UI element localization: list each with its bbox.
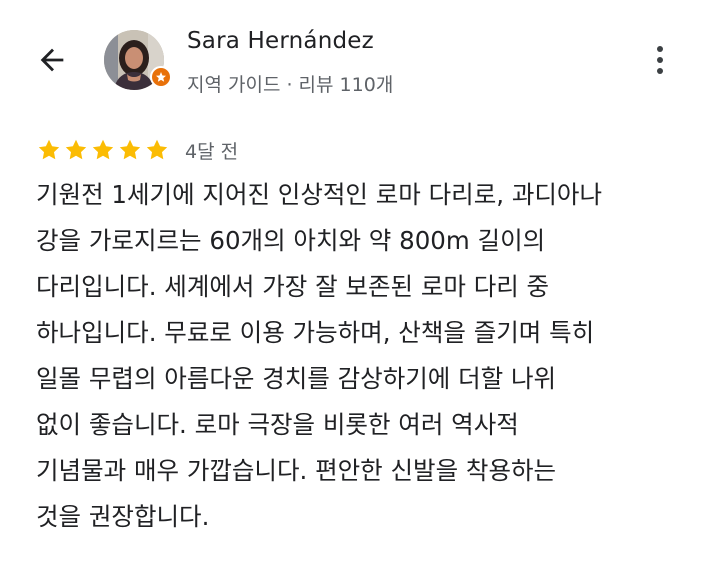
review-text-line: 강을 가로지르는 60개의 아치와 약 800m 길이의 (36, 226, 546, 255)
arrow-back-icon (40, 48, 64, 72)
review-text-line: 것을 권장합니다. (36, 502, 210, 531)
more-vert-icon-dot (657, 57, 663, 63)
star-icon (92, 139, 114, 160)
review-time: 4달 전 (185, 140, 239, 163)
local-guide-badge (150, 66, 172, 88)
review-text-line: 일몰 무렵의 아름다운 경치를 감상하기에 더할 나위 (36, 364, 557, 393)
more-options-button[interactable] (644, 40, 676, 80)
local-guide-star-icon (156, 72, 166, 82)
more-vert-icon (657, 46, 663, 52)
star-rating (37, 138, 169, 162)
review-text-line: 다리입니다. 세계에서 가장 잘 보존된 로마 다리 중 (36, 272, 550, 301)
author-avatar[interactable] (104, 30, 172, 90)
review-text-line: 기원전 1세기에 지어진 인상적인 로마 다리로, 과디아나 (36, 180, 602, 209)
review-text-line: 기념물과 매우 가깝습니다. 편안한 신발을 착용하는 (36, 456, 557, 485)
author-meta: 지역 가이드 · 리뷰 110개 (187, 74, 394, 96)
review-text-line: 하나입니다. 무료로 이용 가능하며, 산책을 즐기며 특히 (36, 318, 595, 347)
back-button[interactable] (30, 38, 74, 82)
more-vert-icon-dot (657, 68, 663, 74)
star-icon (65, 139, 87, 160)
star-icon (119, 139, 141, 160)
rating-row: 4달 전 (37, 136, 238, 164)
review-text-line: 없이 좋습니다. 로마 극장을 비롯한 여러 역사적 (36, 410, 519, 439)
author-name[interactable]: Sara Hernández (187, 28, 374, 54)
review-text: 기원전 1세기에 지어진 인상적인 로마 다리로, 과디아나강을 가로지르는 6… (36, 172, 696, 540)
star-icon (38, 139, 60, 160)
star-icon (146, 139, 168, 160)
